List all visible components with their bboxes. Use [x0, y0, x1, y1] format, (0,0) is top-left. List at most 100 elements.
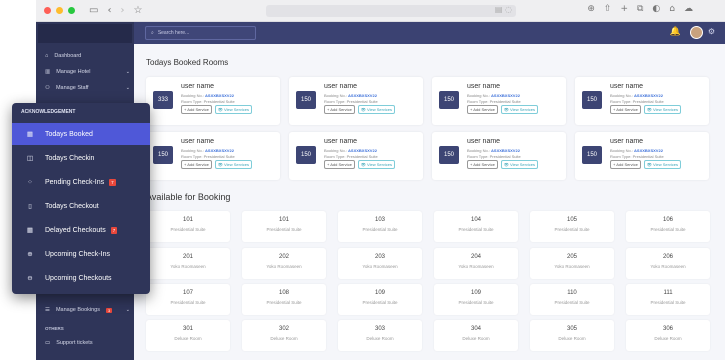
- zoom-window-icon[interactable]: [68, 7, 75, 14]
- sidebar-item-dashboard[interactable]: ⌂ Dashboard: [45, 53, 130, 59]
- sidebar-toggle-icon[interactable]: ▭: [89, 5, 98, 16]
- available-room-card[interactable]: 109 Presidential Suite: [434, 284, 518, 315]
- tabs-icon[interactable]: ⧉: [637, 4, 643, 14]
- add-service-button[interactable]: + Add Service: [181, 160, 212, 169]
- forward-icon[interactable]: ›: [120, 5, 124, 16]
- spinner-icon: ⁘: [27, 178, 33, 186]
- room-type: Room Type: Presidential Suite: [181, 99, 235, 104]
- menu-item-todays-checkin[interactable]: ◫ Todays Checkin: [12, 147, 150, 169]
- sidebar-logo-area: [38, 24, 132, 43]
- view-services-button[interactable]: 👁 View Services: [643, 160, 682, 169]
- available-room-card[interactable]: 302 Deluxe Room: [242, 320, 326, 351]
- add-service-button[interactable]: + Add Service: [610, 160, 641, 169]
- booked-room-card: 150 user name Booking No.: ASXXBXSXV22 R…: [575, 77, 709, 125]
- available-room-card[interactable]: 201 Yoko Roomaseen: [146, 248, 230, 279]
- search-input[interactable]: ⌕ Search here...: [145, 26, 256, 40]
- menu-item-todays-checkout[interactable]: ▯ Todays Checkout: [12, 195, 150, 217]
- room-type: Room Type: Presidential Suite: [324, 99, 378, 104]
- available-room-card[interactable]: 304 Deluxe Room: [434, 320, 518, 351]
- view-services-button[interactable]: 👁 View Services: [214, 105, 253, 114]
- available-room-card[interactable]: 204 Yoko Roomaseen: [434, 248, 518, 279]
- gear-icon[interactable]: ⚙: [708, 27, 715, 36]
- address-bar[interactable]: ▤ ◌: [266, 5, 516, 17]
- available-room-card[interactable]: 109 Presidential Suite: [338, 284, 422, 315]
- view-services-button[interactable]: 👁 View Services: [643, 105, 682, 114]
- room-type: Deluxe Room: [654, 336, 682, 341]
- available-room-card[interactable]: 306 Deluxe Room: [626, 320, 710, 351]
- menu-item-delayed-checkouts[interactable]: ▦ Delayed Checkouts 7: [12, 219, 150, 241]
- available-room-card[interactable]: 203 Yoko Roomaseen: [338, 248, 422, 279]
- menu-item-label: Todays Checkout: [45, 202, 99, 210]
- view-services-button[interactable]: 👁 View Services: [357, 105, 396, 114]
- cloud-icon[interactable]: ☁: [684, 4, 693, 14]
- topbar: ⌕ Search here... 🔔 ⚙: [134, 22, 725, 44]
- available-room-card[interactable]: 108 Presidential Suite: [242, 284, 326, 315]
- sidebar-item-manage-bookings[interactable]: ☰ Manage Bookings 3 ⌄: [45, 307, 130, 313]
- room-type: Presidential Suite: [554, 227, 590, 232]
- available-room-card[interactable]: 107 Presidential Suite: [146, 284, 230, 315]
- available-room-card[interactable]: 101 Presidential Suite: [242, 211, 326, 242]
- download-icon[interactable]: ⊕: [587, 4, 595, 14]
- bookmark-star-icon[interactable]: ☆: [133, 5, 142, 16]
- back-icon[interactable]: ‹: [107, 5, 111, 16]
- room-number: 111: [663, 290, 673, 296]
- available-room-card[interactable]: 301 Deluxe Room: [146, 320, 230, 351]
- available-room-card[interactable]: 202 Yoko Roomaseen: [242, 248, 326, 279]
- view-services-button[interactable]: 👁 View Services: [357, 160, 396, 169]
- door-icon: ◫: [26, 154, 34, 162]
- menu-item-upcoming-check-ins[interactable]: ⊕ Upcoming Check-Ins: [12, 243, 150, 265]
- room-number: 303: [374, 326, 385, 332]
- sidebar-item-manage-hotel[interactable]: ▥ Manage Hotel ⌄: [45, 69, 130, 75]
- privacy-icon[interactable]: ◐: [652, 4, 660, 14]
- add-service-button[interactable]: + Add Service: [467, 160, 498, 169]
- available-room-card[interactable]: 106 Presidential Suite: [626, 211, 710, 242]
- minimize-window-icon[interactable]: [56, 7, 63, 14]
- avatar[interactable]: [690, 26, 703, 39]
- menu-item-todays-booked[interactable]: ▦ Todays Booked: [12, 123, 150, 145]
- close-window-icon[interactable]: [44, 7, 51, 14]
- available-room-card[interactable]: 205 Yoko Roomaseen: [530, 248, 614, 279]
- sidebar-item-manage-staff[interactable]: ⚇ Manage Staff ⌄: [45, 85, 130, 91]
- add-service-button[interactable]: + Add Service: [324, 160, 355, 169]
- new-tab-icon[interactable]: +: [620, 4, 628, 14]
- add-service-button[interactable]: + Add Service: [324, 105, 355, 114]
- available-room-card[interactable]: 103 Presidential Suite: [338, 211, 422, 242]
- room-type: Deluxe Room: [174, 336, 202, 341]
- view-services-button[interactable]: 👁 View Services: [500, 160, 539, 169]
- add-service-button[interactable]: + Add Service: [467, 105, 498, 114]
- menu-item-label: Upcoming Checkouts: [45, 274, 112, 282]
- room-number: 150: [296, 146, 316, 164]
- add-service-button[interactable]: + Add Service: [610, 105, 641, 114]
- room-type: Yoko Roomaseen: [266, 264, 302, 269]
- view-services-button[interactable]: 👁 View Services: [500, 105, 539, 114]
- browser-chrome: ▭ ‹ › ☆ ▤ ◌ ⊕ ⇧ + ⧉ ◐ ⌂ ☁: [36, 0, 725, 22]
- menu-item-upcoming-checkouts[interactable]: ⊖ Upcoming Checkouts: [12, 267, 150, 289]
- room-number: 302: [278, 326, 289, 332]
- room-type: Deluxe Room: [558, 336, 586, 341]
- available-room-card[interactable]: 305 Deluxe Room: [530, 320, 614, 351]
- room-number: 206: [662, 254, 673, 260]
- room-type: Yoko Roomaseen: [458, 264, 494, 269]
- available-room-card[interactable]: 101 Presidential Suite: [146, 211, 230, 242]
- home-browser-icon[interactable]: ⌂: [669, 4, 675, 14]
- menu-item-pending-check-ins[interactable]: ⁘ Pending Check-Ins 7: [12, 171, 150, 193]
- sidebar-item-support[interactable]: ▭ Support tickets: [45, 340, 130, 346]
- bell-icon[interactable]: 🔔: [670, 27, 681, 37]
- available-room-card[interactable]: 105 Presidential Suite: [530, 211, 614, 242]
- available-room-card[interactable]: 104 Presidential Suite: [434, 211, 518, 242]
- room-number: 101: [278, 217, 289, 223]
- room-number: 150: [296, 91, 316, 109]
- room-number: 205: [566, 254, 577, 260]
- browser-toolbar: ⊕ ⇧ + ⧉ ◐ ⌂ ☁: [587, 4, 693, 14]
- available-room-card[interactable]: 111 Presidential Suite: [626, 284, 710, 315]
- add-service-button[interactable]: + Add Service: [181, 105, 212, 114]
- share-icon[interactable]: ⇧: [604, 4, 612, 14]
- room-number: 150: [582, 91, 602, 109]
- available-room-card[interactable]: 206 Yoko Roomaseen: [626, 248, 710, 279]
- available-room-card[interactable]: 110 Presidential Suite: [530, 284, 614, 315]
- menu-item-label: Delayed Checkouts: [45, 226, 106, 234]
- room-type: Presidential Suite: [650, 227, 686, 232]
- available-room-card[interactable]: 303 Deluxe Room: [338, 320, 422, 351]
- room-number: 301: [182, 326, 193, 332]
- view-services-button[interactable]: 👁 View Services: [214, 160, 253, 169]
